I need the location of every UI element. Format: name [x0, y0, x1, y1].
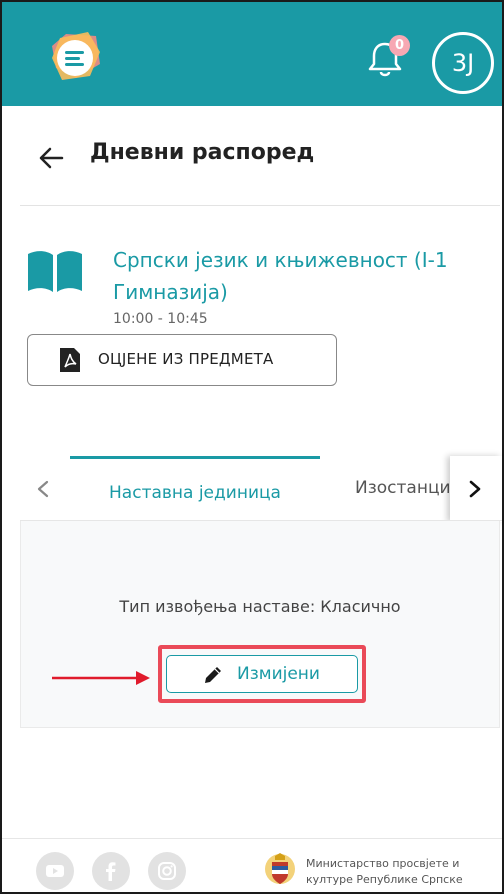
ministry-line-2: културе Републике Српске [306, 873, 463, 886]
screen-frame [0, 0, 504, 894]
pencil-icon [205, 667, 221, 683]
app-header: 0 3J [2, 2, 502, 106]
facebook-icon [106, 862, 116, 881]
subject-title[interactable]: Српски језик и књижевност (I-1 Гимназија… [113, 244, 483, 308]
instagram-icon [158, 862, 176, 880]
lesson-unit-panel: Тип извођења наставе: Класично Измијени [20, 521, 500, 728]
youtube-link[interactable] [36, 852, 74, 890]
tab-absences[interactable]: Изостанци [320, 456, 450, 522]
edit-button-label: Измијени [237, 664, 320, 684]
page-title: Дневни распоред [90, 140, 315, 165]
app-logo-icon[interactable] [46, 28, 104, 84]
arrow-left-icon[interactable] [38, 147, 64, 169]
ministry-crest-icon [265, 853, 295, 884]
teaching-type-text: Тип извођења наставе: Класично [119, 597, 401, 616]
user-avatar[interactable]: 3J [432, 32, 494, 94]
footer-divider [2, 838, 502, 839]
tab-absences-label: Изостанци [355, 478, 450, 498]
book-icon [28, 251, 82, 292]
facebook-link[interactable] [92, 852, 130, 890]
notification-count-badge: 0 [389, 35, 410, 56]
tab-lesson-unit[interactable]: Наставна јединица [70, 456, 320, 522]
red-arrow-annotation [52, 671, 150, 685]
subject-grades-button[interactable]: ОЦЈЕНЕ ИЗ ПРЕДМЕТА [27, 334, 337, 386]
tab-scroll-next-button[interactable] [450, 456, 502, 522]
header-divider [20, 205, 500, 206]
chevron-left-icon [37, 480, 49, 498]
chevron-right-icon [469, 480, 481, 498]
tab-scroll-prev-button[interactable] [20, 456, 70, 522]
lesson-tabs: Наставна јединица Изостанци [20, 456, 502, 522]
edit-button[interactable]: Измијени [166, 655, 358, 693]
ministry-line-1: Министарство просвјете и [306, 857, 460, 870]
youtube-icon [46, 865, 64, 877]
subject-grades-label: ОЦЈЕНЕ ИЗ ПРЕДМЕТА [98, 350, 274, 368]
tab-lesson-unit-label: Наставна јединица [109, 483, 281, 503]
lesson-time: 10:00 - 10:45 [113, 311, 208, 327]
ministry-name: Министарство просвјете и културе Републи… [306, 856, 496, 888]
instagram-link[interactable] [148, 852, 186, 890]
pdf-icon [60, 348, 80, 372]
